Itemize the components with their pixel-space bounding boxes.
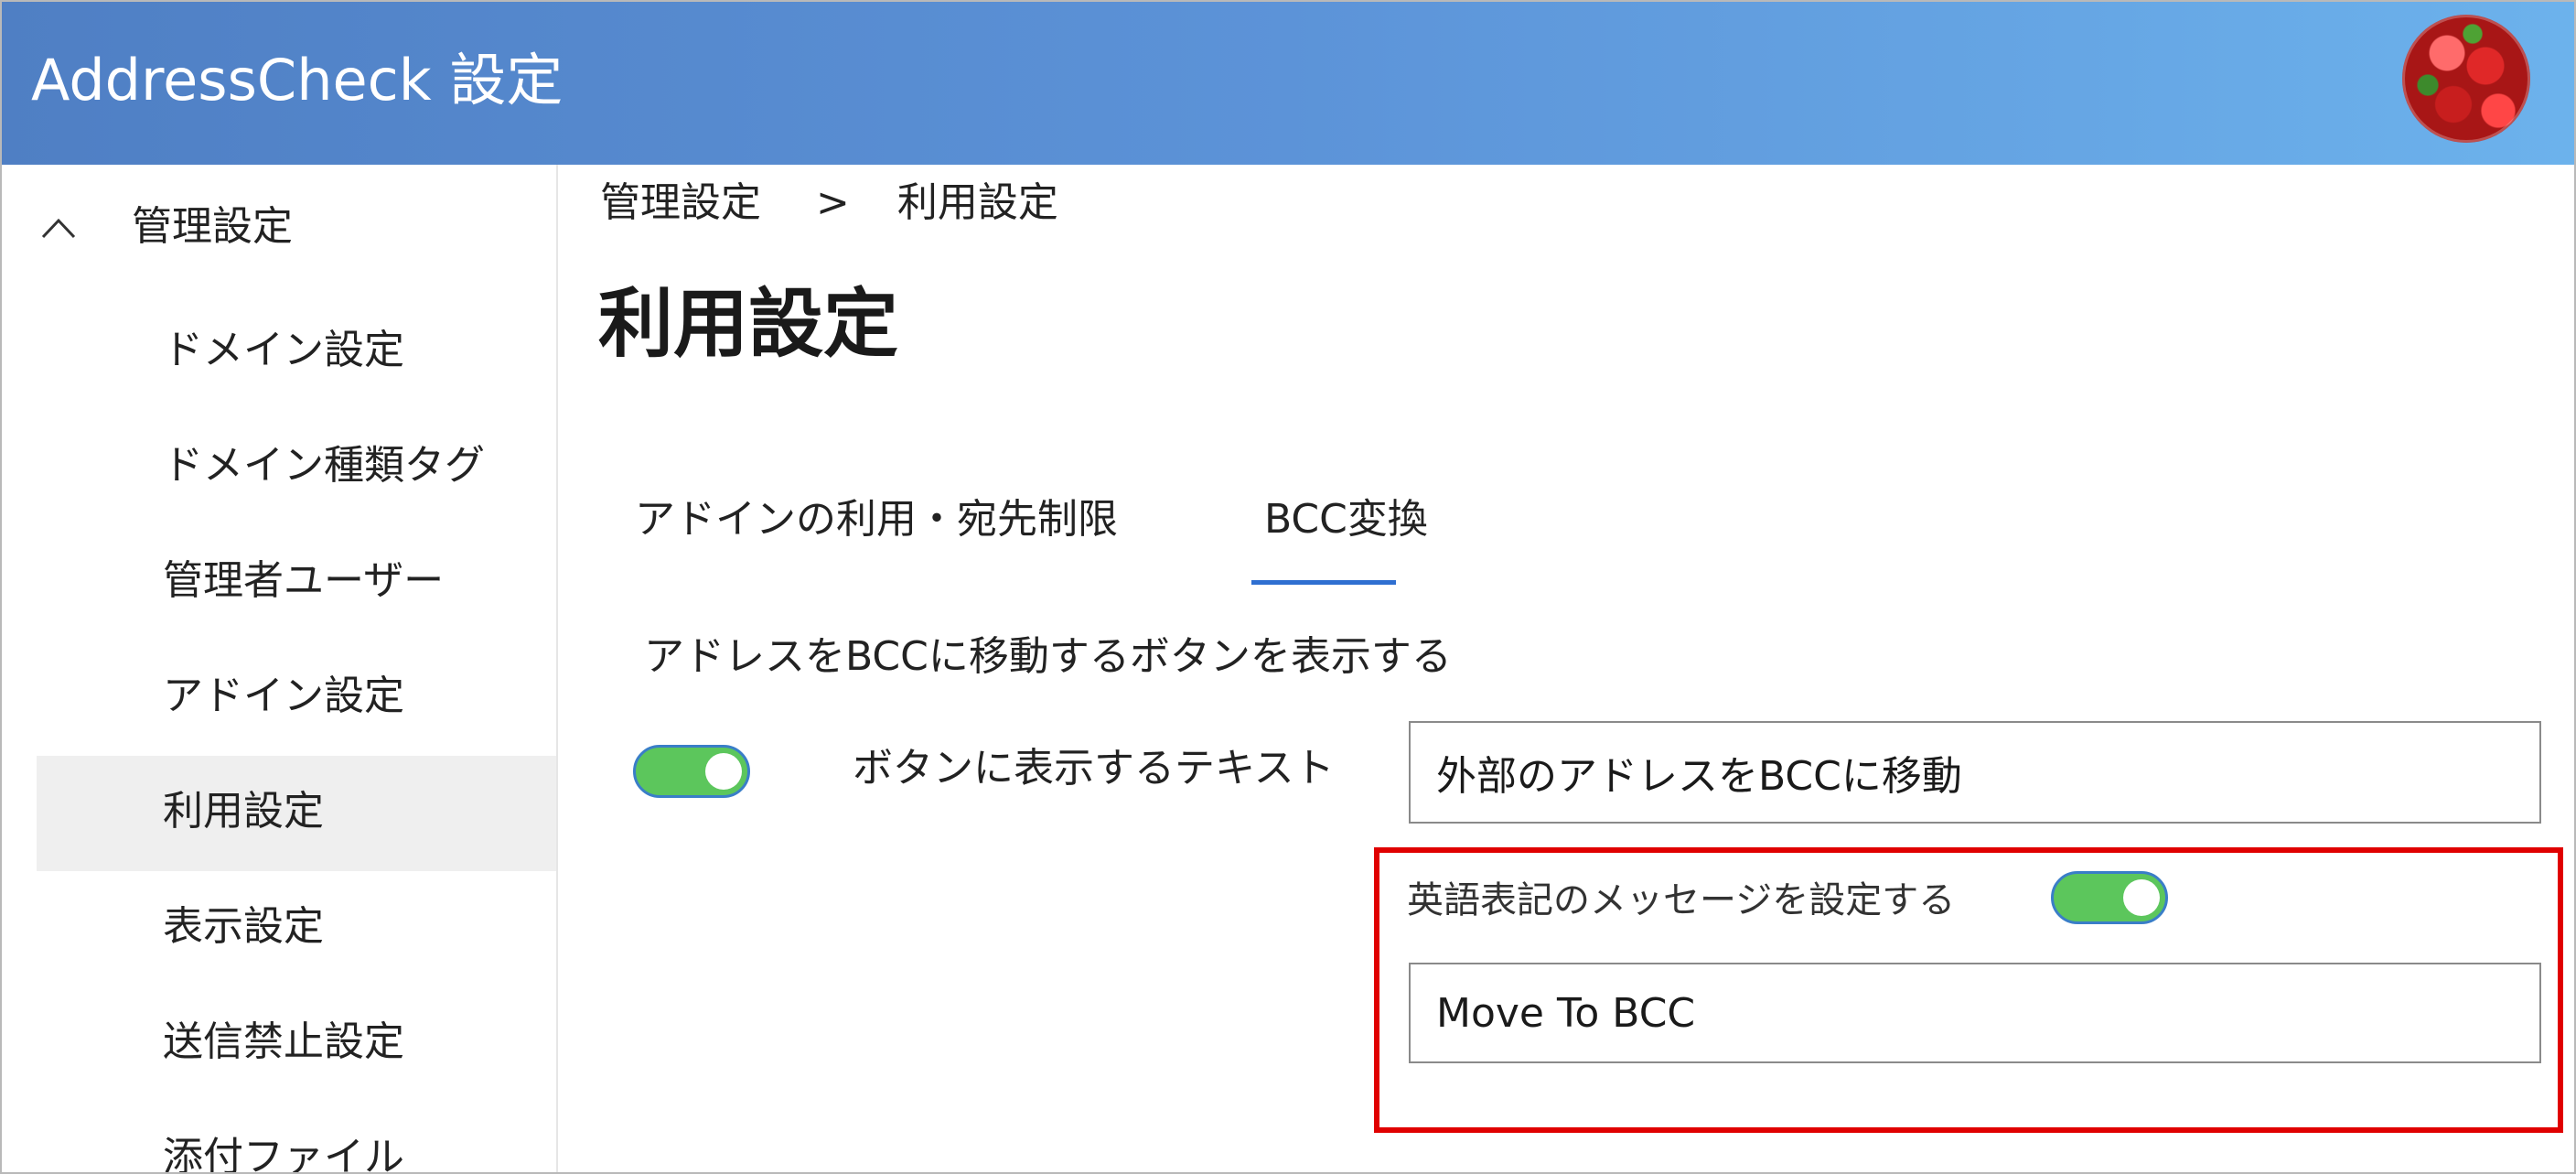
- breadcrumb-parent-link[interactable]: 管理設定: [600, 176, 761, 231]
- english-message-label: 英語表記のメッセージを設定する: [1407, 879, 1956, 921]
- breadcrumb-current: 利用設定: [896, 179, 1058, 226]
- show-bcc-button-label: アドレスをBCCに移動するボタンを表示する: [644, 633, 1452, 680]
- sidebar-item-label: 表示設定: [163, 903, 324, 950]
- app-title: AddressCheck 設定: [31, 47, 564, 113]
- avatar[interactable]: [2402, 15, 2530, 143]
- toggle-knob: [705, 753, 742, 790]
- english-message-input[interactable]: [1409, 963, 2541, 1063]
- page-title: 利用設定: [598, 281, 899, 368]
- sidebar-item-addin-settings[interactable]: アドイン設定: [37, 641, 556, 756]
- breadcrumb: 管理設定 > 利用設定: [600, 176, 1058, 231]
- sidebar-item-label: 添付ファイル: [163, 1134, 404, 1174]
- chevron-up-icon: [41, 218, 76, 239]
- sidebar-item-domain-type-tags[interactable]: ドメイン種類タグ: [37, 410, 556, 525]
- toggle-knob: [2123, 879, 2160, 916]
- sidebar-item-attachments[interactable]: 添付ファイル: [37, 1102, 556, 1174]
- english-message-toggle[interactable]: [2051, 871, 2168, 924]
- sidebar-item-label: 利用設定: [163, 788, 324, 835]
- sidebar-item-label: 送信禁止設定: [163, 1018, 404, 1065]
- sidebar-item-label: ドメイン設定: [163, 327, 404, 373]
- app-header: AddressCheck 設定: [2, 2, 2574, 165]
- show-bcc-button-toggle[interactable]: [633, 745, 750, 798]
- sidebar-item-usage-settings[interactable]: 利用設定: [37, 756, 556, 871]
- breadcrumb-separator: >: [816, 179, 850, 226]
- main-content: 管理設定 > 利用設定 利用設定 アドインの利用・宛先制限 BCC変換 アドレスをB…: [558, 165, 2574, 1172]
- app-window: AddressCheck 設定 管理設定 ドメイン設定 ドメイン種類タグ 管理者…: [0, 0, 2576, 1174]
- sidebar-item-label: 管理者ユーザー: [163, 557, 445, 604]
- sidebar-item-display-settings[interactable]: 表示設定: [37, 871, 556, 986]
- tab-bcc-conversion[interactable]: BCC変換: [1264, 485, 1428, 555]
- sidebar-item-domain-settings[interactable]: ドメイン設定: [37, 295, 556, 410]
- sidebar-item-admin-users[interactable]: 管理者ユーザー: [37, 525, 556, 641]
- sidebar-item-send-block-settings[interactable]: 送信禁止設定: [37, 986, 556, 1102]
- sidebar-item-label: ドメイン種類タグ: [163, 442, 485, 489]
- sidebar-section-label: 管理設定: [132, 203, 293, 250]
- button-text-label: ボタンに表示するテキスト: [853, 745, 1335, 792]
- sidebar-item-label: アドイン設定: [163, 673, 404, 719]
- sidebar: 管理設定 ドメイン設定 ドメイン種類タグ 管理者ユーザー アドイン設定 利用設定…: [2, 165, 558, 1172]
- tab-addin-usage-restrictions[interactable]: アドインの利用・宛先制限: [635, 485, 1118, 555]
- tab-selected-indicator: [1251, 580, 1396, 585]
- sidebar-section-toggle[interactable]: 管理設定: [2, 181, 556, 273]
- button-text-input[interactable]: [1409, 721, 2541, 824]
